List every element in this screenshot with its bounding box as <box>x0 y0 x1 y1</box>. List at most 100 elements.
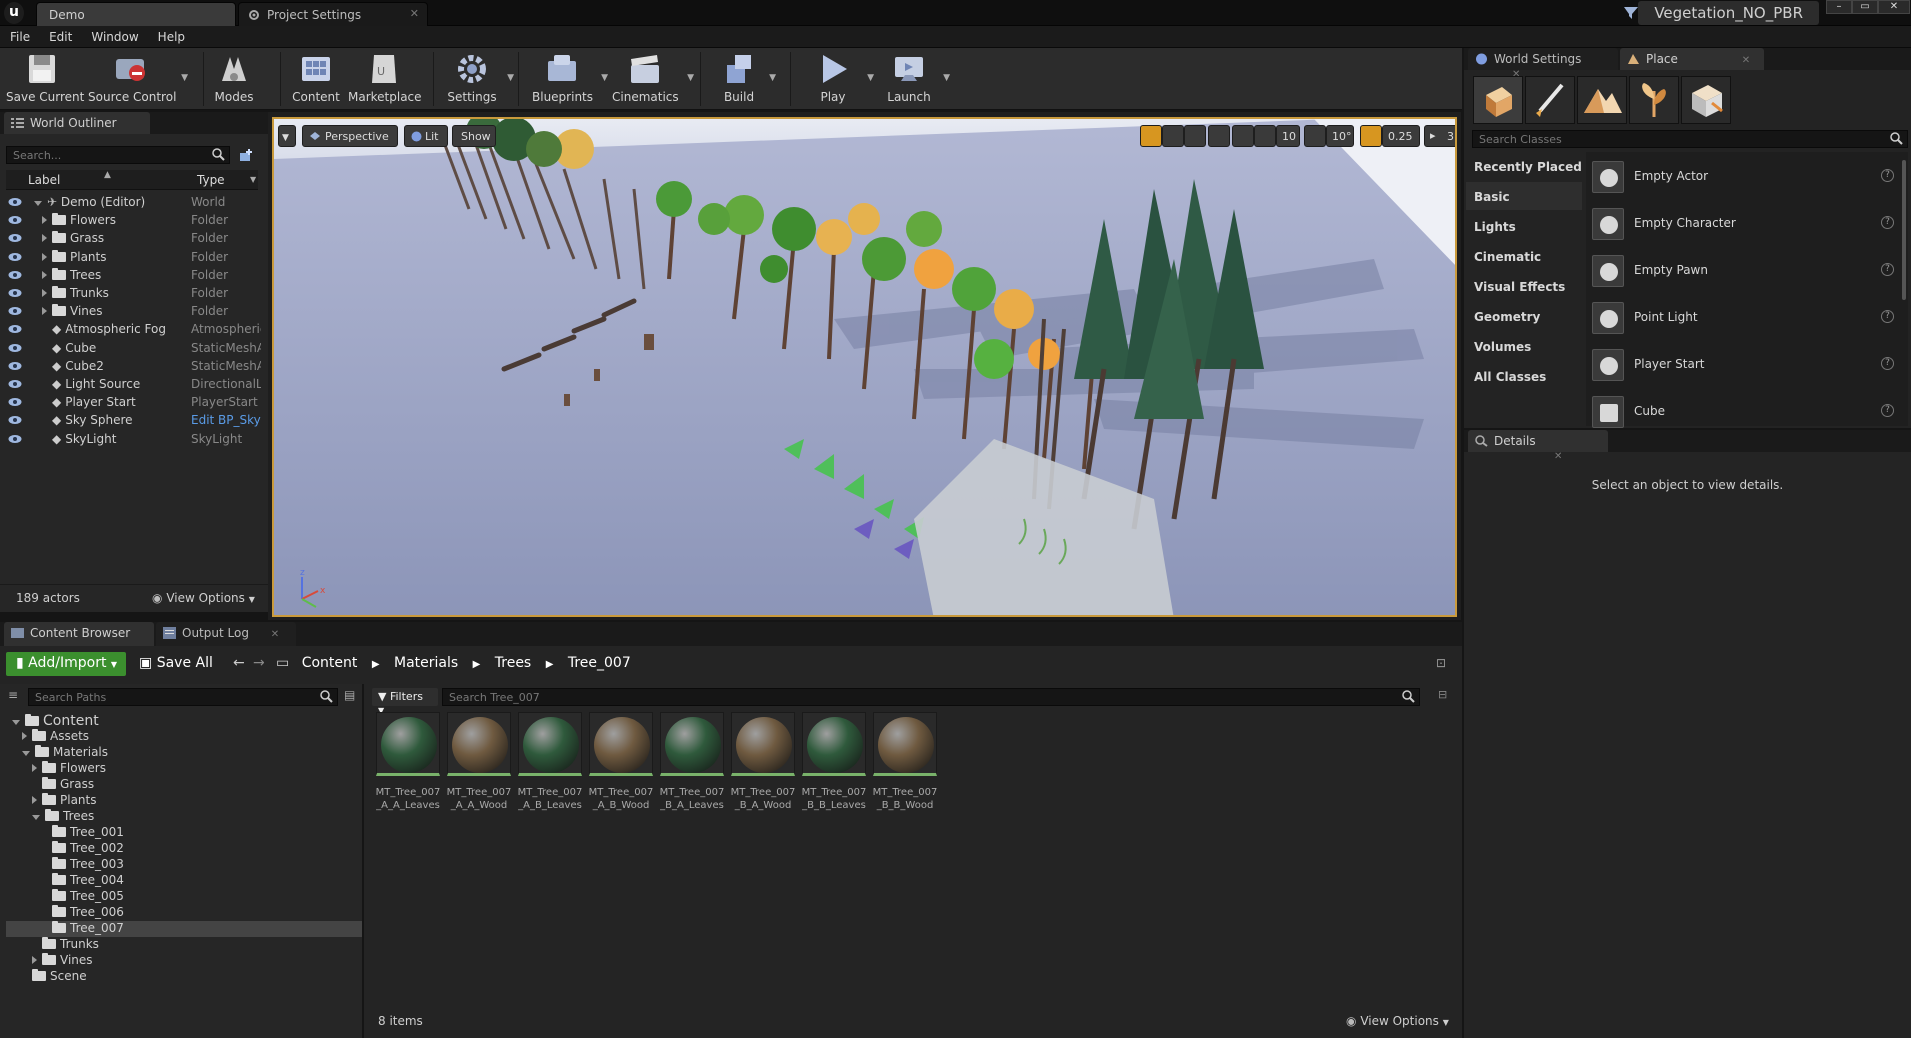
outliner-row[interactable]: ◆ Cube StaticMeshA <box>0 339 262 357</box>
visibility-eye-icon[interactable] <box>8 415 22 425</box>
scale-snap-icon[interactable] <box>1360 125 1382 147</box>
expand-arrow-icon[interactable] <box>32 815 40 820</box>
expand-arrow-icon[interactable] <box>32 956 37 964</box>
landscape-mode-button[interactable] <box>1577 76 1627 124</box>
menu-window[interactable]: Window <box>81 26 147 44</box>
close-tab-icon[interactable]: ✕ <box>1554 451 1562 462</box>
save-all-button[interactable]: ▣ Save All <box>132 652 220 676</box>
play-button[interactable]: Play ▼ <box>808 51 874 107</box>
visibility-eye-icon[interactable] <box>8 306 22 316</box>
search-assets-input[interactable]: Search Tree_007 <box>442 688 1420 706</box>
folder-tree-item[interactable]: Plants <box>6 793 362 809</box>
rotation-snap-icon[interactable] <box>1304 125 1326 147</box>
filters-button[interactable]: ▼ Filters ▼ <box>372 688 438 715</box>
build-button[interactable]: Build ▼ <box>718 51 776 107</box>
place-mode-button[interactable] <box>1473 76 1523 124</box>
outliner-row[interactable]: Vines Folder <box>0 302 262 320</box>
material-thumbnail[interactable] <box>660 712 724 776</box>
close-button[interactable]: ✕ <box>1878 0 1910 14</box>
world-space-icon[interactable] <box>1208 125 1230 147</box>
place-item[interactable]: Point Light? <box>1590 296 1900 340</box>
folder-tree-item[interactable]: Tree_005 <box>6 889 362 905</box>
help-icon[interactable]: ? <box>1881 263 1894 276</box>
folder-tree-item[interactable]: Trunks <box>6 937 362 953</box>
folder-tree-item[interactable]: Tree_007 <box>6 921 362 937</box>
material-thumbnail[interactable] <box>731 712 795 776</box>
visibility-eye-icon[interactable] <box>8 361 22 371</box>
outliner-row[interactable]: ◆ Player Start PlayerStart <box>0 393 262 411</box>
outliner-row[interactable]: ✈ Demo (Editor) World <box>0 193 262 211</box>
expand-arrow-icon[interactable] <box>12 720 20 725</box>
save-search-icon[interactable]: ⊟ <box>1438 688 1447 701</box>
place-item[interactable]: Empty Pawn? <box>1590 249 1900 293</box>
maximize-button[interactable]: ▭ <box>1852 0 1878 14</box>
search-paths-input[interactable]: Search Paths <box>28 688 338 706</box>
add-folder-icon[interactable] <box>238 148 254 164</box>
outliner-row[interactable]: Flowers Folder <box>0 211 262 229</box>
place-category[interactable]: Cinematic <box>1466 242 1582 270</box>
breadcrumb-trees[interactable]: Trees <box>495 655 531 671</box>
marketplace-button[interactable]: U Marketplace <box>348 51 422 107</box>
column-type[interactable]: Type <box>197 173 225 187</box>
folder-tree-item[interactable]: Tree_006 <box>6 905 362 921</box>
breadcrumb-materials[interactable]: Materials <box>394 655 458 671</box>
breadcrumb-tree-007[interactable]: Tree_007 <box>568 655 631 671</box>
lit-button[interactable]: Lit <box>404 125 448 147</box>
visibility-eye-icon[interactable] <box>8 270 22 280</box>
outliner-row-type[interactable]: Edit BP_Sky <box>191 413 261 427</box>
folder-tree-item[interactable]: Assets <box>6 729 362 745</box>
outliner-row[interactable]: Trees Folder <box>0 266 262 284</box>
camera-speed-button[interactable]: ▸ 3 <box>1424 125 1455 147</box>
scale-snap-value[interactable]: 0.25 <box>1382 125 1420 147</box>
rotate-tool-icon[interactable] <box>1162 125 1184 147</box>
visibility-eye-icon[interactable] <box>8 197 22 207</box>
source-control-button[interactable]: Source Control ▼ <box>88 51 188 107</box>
collapse-sources-icon[interactable]: ≡ <box>8 688 18 702</box>
place-category[interactable]: Lights <box>1466 212 1582 240</box>
column-label[interactable]: Label <box>28 173 60 187</box>
feedback-icon[interactable] <box>1622 5 1640 21</box>
expand-arrow-icon[interactable] <box>42 307 47 316</box>
show-button[interactable]: Show <box>452 125 496 147</box>
outliner-row[interactable]: ◆ Sky Sphere Edit BP_Sky <box>0 411 262 429</box>
folder-tree-item[interactable]: Trees <box>6 809 362 825</box>
tab-place[interactable]: Place ✕ <box>1620 48 1764 70</box>
place-category[interactable]: Geometry <box>1466 302 1582 330</box>
folder-tree-item[interactable]: Tree_003 <box>6 857 362 873</box>
place-item[interactable]: Empty Actor? <box>1590 155 1900 199</box>
outliner-row[interactable]: ◆ Light Source DirectionalLi <box>0 375 262 393</box>
viewport-options-dropdown[interactable]: ▼ <box>278 125 296 147</box>
visibility-eye-icon[interactable] <box>8 252 22 262</box>
folder-tree-item[interactable]: Tree_002 <box>6 841 362 857</box>
close-tab-icon[interactable]: ✕ <box>410 7 419 20</box>
menu-file[interactable]: File <box>0 26 39 44</box>
help-icon[interactable]: ? <box>1881 310 1894 323</box>
place-category[interactable]: All Classes <box>1466 362 1582 390</box>
visibility-eye-icon[interactable] <box>8 324 22 334</box>
outliner-view-options[interactable]: ◉ View Options ▼ <box>152 591 255 605</box>
outliner-row[interactable]: ◆ Atmospheric Fog Atmospheric <box>0 320 262 338</box>
place-category[interactable]: Visual Effects <box>1466 272 1582 300</box>
search-classes-input[interactable]: Search Classes <box>1472 130 1908 148</box>
visibility-eye-icon[interactable] <box>8 379 22 389</box>
settings-button[interactable]: Settings ▼ <box>446 51 514 107</box>
visibility-eye-icon[interactable] <box>8 397 22 407</box>
rotation-snap-value[interactable]: 10° <box>1326 125 1354 147</box>
help-icon[interactable]: ? <box>1881 169 1894 182</box>
grid-snap-icon[interactable] <box>1254 125 1276 147</box>
visibility-eye-icon[interactable] <box>8 215 22 225</box>
forward-button[interactable]: → <box>246 652 272 676</box>
expand-arrow-icon[interactable] <box>34 201 42 206</box>
place-item[interactable]: Cube? <box>1590 390 1900 434</box>
material-thumbnail[interactable] <box>376 712 440 776</box>
place-list-scrollbar[interactable] <box>1902 160 1906 300</box>
place-item[interactable]: Player Start? <box>1590 343 1900 387</box>
folder-tree-item[interactable]: Tree_001 <box>6 825 362 841</box>
minimize-button[interactable]: – <box>1826 0 1852 14</box>
geometry-mode-button[interactable] <box>1681 76 1731 124</box>
folder-tree-item[interactable]: Tree_004 <box>6 873 362 889</box>
tab-world-settings[interactable]: World Settings ✕ <box>1468 48 1618 80</box>
save-current-button[interactable]: Save Current <box>6 51 84 107</box>
translate-tool-icon[interactable] <box>1140 125 1162 147</box>
folder-tree-item[interactable]: Flowers <box>6 761 362 777</box>
